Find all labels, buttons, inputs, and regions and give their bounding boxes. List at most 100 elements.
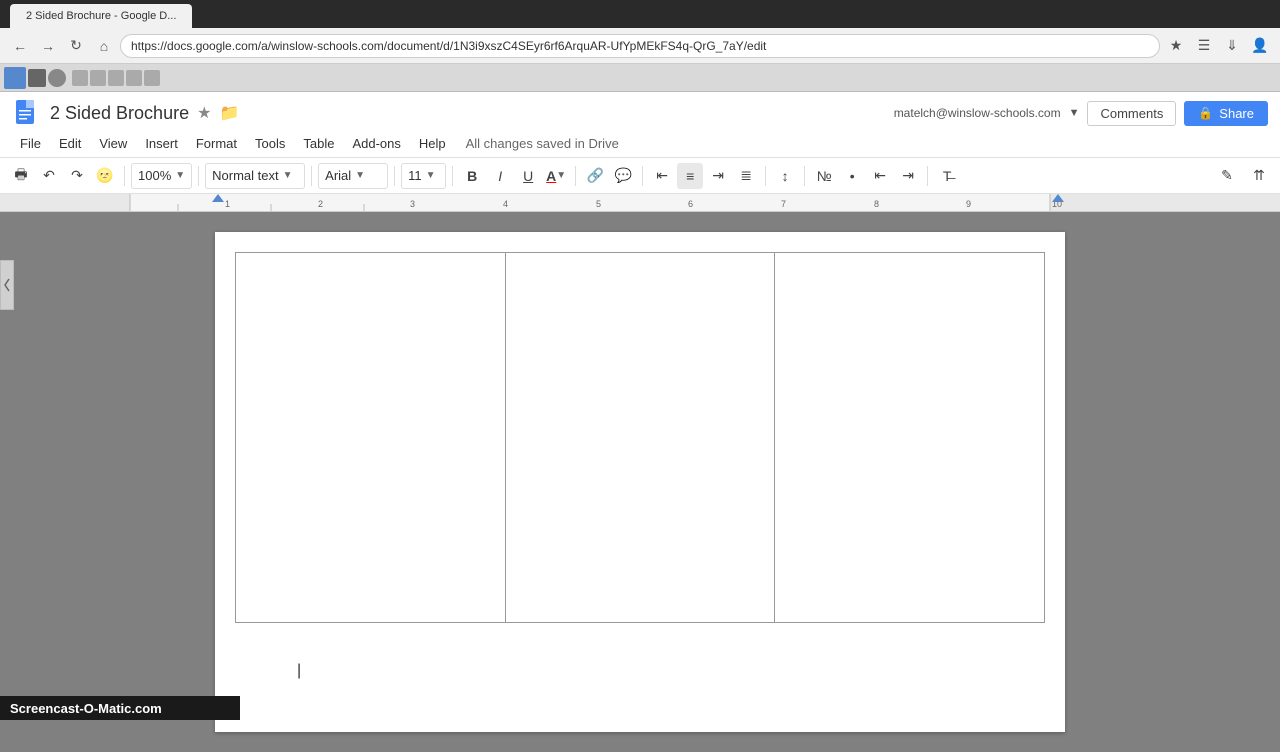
doc-title: 2 Sided Brochure bbox=[50, 103, 189, 124]
separator-1 bbox=[124, 166, 125, 186]
style-dropdown[interactable]: Normal text ▼ bbox=[205, 163, 305, 189]
svg-text:9: 9 bbox=[966, 199, 971, 209]
menu-format[interactable]: Format bbox=[188, 132, 245, 155]
menu-edit[interactable]: Edit bbox=[51, 132, 89, 155]
menu-bar: File Edit View Insert Format Tools Table… bbox=[12, 130, 1268, 157]
share-button[interactable]: 🔒 Share bbox=[1184, 101, 1268, 126]
active-tab[interactable]: 2 Sided Brochure - Google D... bbox=[10, 4, 192, 28]
table-cell-3[interactable] bbox=[775, 253, 1045, 623]
edit-mode-button[interactable]: ✎ bbox=[1214, 163, 1240, 189]
link-button[interactable]: 🔗 bbox=[582, 163, 608, 189]
separator-10 bbox=[927, 166, 928, 186]
align-center-button[interactable]: ≡ bbox=[677, 163, 703, 189]
share-label: Share bbox=[1219, 106, 1254, 121]
back-button[interactable]: ← bbox=[8, 34, 32, 58]
text-cursor: | bbox=[297, 662, 301, 680]
reload-button[interactable]: ↻ bbox=[64, 34, 88, 58]
ext-icon-5 bbox=[90, 70, 106, 86]
download-icon[interactable]: ⇓ bbox=[1220, 34, 1244, 58]
toolbar-right-panel: ✎ ⇈ bbox=[1214, 163, 1272, 189]
underline-button[interactable]: U bbox=[515, 163, 541, 189]
separator-6 bbox=[575, 166, 576, 186]
ext-icon-1 bbox=[4, 67, 26, 89]
font-value: Arial bbox=[325, 168, 351, 183]
font-dropdown[interactable]: Arial ▼ bbox=[318, 163, 388, 189]
fontsize-dropdown[interactable]: 11 ▼ bbox=[401, 163, 446, 189]
ruler: 1 2 3 4 5 6 7 8 9 10 bbox=[0, 194, 1280, 212]
menu-help[interactable]: Help bbox=[411, 132, 454, 155]
separator-2 bbox=[198, 166, 199, 186]
table-cell-2[interactable] bbox=[505, 253, 775, 623]
menu-addons[interactable]: Add-ons bbox=[344, 132, 408, 155]
fontsize-value: 11 bbox=[408, 168, 422, 183]
print-button[interactable]: 🖶 bbox=[8, 163, 34, 189]
browser-chrome: 2 Sided Brochure - Google D... ← → ↻ ⌂ ★… bbox=[0, 0, 1280, 92]
ext-icon-3 bbox=[48, 69, 66, 87]
bookmark-button[interactable]: ★ bbox=[1164, 34, 1188, 58]
menu-tools[interactable]: Tools bbox=[247, 132, 293, 155]
clear-formatting-button[interactable]: T̶ bbox=[934, 163, 960, 189]
user-icon[interactable]: 👤 bbox=[1248, 34, 1272, 58]
sidebar-arrow-icon bbox=[3, 277, 11, 293]
zoom-arrow: ▼ bbox=[175, 170, 185, 181]
svg-text:3: 3 bbox=[410, 199, 415, 209]
separator-4 bbox=[394, 166, 395, 186]
user-email: matelch@winslow-schools.com bbox=[894, 106, 1061, 120]
url-input[interactable] bbox=[120, 34, 1160, 58]
watermark-text: Screencast-O-Matic.com bbox=[10, 701, 162, 716]
unordered-list-button[interactable]: • bbox=[839, 163, 865, 189]
separator-9 bbox=[804, 166, 805, 186]
title-right: matelch@winslow-schools.com ▼ Comments 🔒… bbox=[894, 101, 1268, 126]
document-page: | bbox=[215, 232, 1065, 732]
ruler-background: 1 2 3 4 5 6 7 8 9 10 bbox=[0, 194, 1280, 211]
menu-file[interactable]: File bbox=[12, 132, 49, 155]
menu-view[interactable]: View bbox=[91, 132, 135, 155]
page-content[interactable]: | bbox=[235, 252, 1045, 712]
sidebar-toggle[interactable] bbox=[0, 260, 14, 310]
ext-icon-6 bbox=[108, 70, 124, 86]
menu-table[interactable]: Table bbox=[295, 132, 342, 155]
forward-button[interactable]: → bbox=[36, 34, 60, 58]
separator-8 bbox=[765, 166, 766, 186]
toolbar: 🖶 ↶ ↷ 🌝 100% ▼ Normal text ▼ Arial ▼ 11 … bbox=[0, 158, 1280, 194]
svg-text:8: 8 bbox=[874, 199, 879, 209]
svg-text:6: 6 bbox=[688, 199, 693, 209]
ext-icon-7 bbox=[126, 70, 142, 86]
line-spacing-button[interactable]: ↕ bbox=[772, 163, 798, 189]
comment-button[interactable]: 💬 bbox=[610, 163, 636, 189]
document-area[interactable]: | bbox=[0, 212, 1280, 752]
text-color-arrow: ▼ bbox=[556, 170, 566, 181]
nav-bar: ← → ↻ ⌂ ★ ☰ ⇓ 👤 bbox=[0, 28, 1280, 64]
bold-button[interactable]: B bbox=[459, 163, 485, 189]
ext-icon-8 bbox=[144, 70, 160, 86]
font-arrow: ▼ bbox=[355, 170, 365, 181]
title-left: 2 Sided Brochure ★ 📁 bbox=[12, 98, 239, 128]
align-right-button[interactable]: ⇥ bbox=[705, 163, 731, 189]
expand-button[interactable]: ⇈ bbox=[1246, 163, 1272, 189]
ordered-list-button[interactable]: № bbox=[811, 163, 837, 189]
folder-icon[interactable]: 📁 bbox=[219, 103, 239, 123]
ext-icon-2 bbox=[28, 69, 46, 87]
undo-button[interactable]: ↶ bbox=[36, 163, 62, 189]
star-icon[interactable]: ★ bbox=[197, 103, 211, 123]
svg-text:7: 7 bbox=[781, 199, 786, 209]
redo-button[interactable]: ↷ bbox=[64, 163, 90, 189]
increase-indent-button[interactable]: ⇥ bbox=[895, 163, 921, 189]
italic-button[interactable]: I bbox=[487, 163, 513, 189]
text-color-button[interactable]: A ▼ bbox=[543, 163, 569, 189]
zoom-dropdown[interactable]: 100% ▼ bbox=[131, 163, 192, 189]
save-status: All changes saved in Drive bbox=[466, 136, 619, 151]
style-arrow: ▼ bbox=[283, 170, 293, 181]
align-left-button[interactable]: ⇤ bbox=[649, 163, 675, 189]
table-cell-1[interactable] bbox=[236, 253, 506, 623]
docs-logo bbox=[12, 98, 42, 128]
paint-format-button[interactable]: 🌝 bbox=[92, 163, 118, 189]
ruler-svg: 1 2 3 4 5 6 7 8 9 10 bbox=[0, 194, 1280, 212]
menu-insert[interactable]: Insert bbox=[137, 132, 186, 155]
comments-button[interactable]: Comments bbox=[1087, 101, 1176, 126]
svg-text:4: 4 bbox=[503, 199, 508, 209]
home-button[interactable]: ⌂ bbox=[92, 34, 116, 58]
settings-icon[interactable]: ☰ bbox=[1192, 34, 1216, 58]
decrease-indent-button[interactable]: ⇤ bbox=[867, 163, 893, 189]
justify-button[interactable]: ≣ bbox=[733, 163, 759, 189]
